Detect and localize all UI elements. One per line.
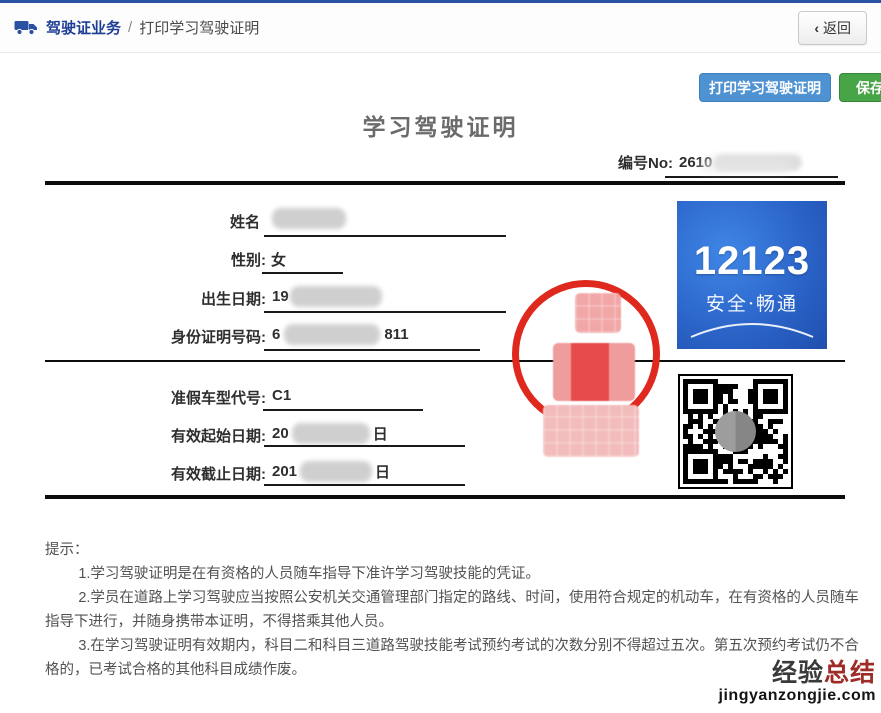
breadcrumb-section[interactable]: 驾驶证业务 [46,17,121,38]
valid-to-visible-digits: 201 [272,463,297,480]
official-stamp [512,280,660,428]
valid-from-visible-digits: 20 [272,425,289,442]
stamp-mosaic-bottom [543,405,639,457]
truck-icon [14,19,38,36]
site-watermark: 经验总结 jingyanzongjie.com [719,660,876,705]
print-certificate-button[interactable]: 打印学习驾驶证明 [699,73,831,102]
breadcrumb-separator: / [128,19,132,36]
birth-date-value: 19 [272,286,382,307]
birth-visible-digits: 19 [272,288,289,305]
birth-redaction-blur [290,286,382,307]
vehicle-class-value: C1 [272,387,291,404]
valid-to-value: 201 日 [272,461,390,482]
id-underline [264,349,480,351]
watermark-part-red: 总结 [824,659,876,687]
valid-to-suffix: 日 [375,461,390,482]
app-12123-logo: 12123 安全·畅通 [677,201,827,349]
gender-value: 女 [271,249,286,270]
page-header: 驾驶证业务 / 打印学习驾驶证明 ‹返回 [0,3,881,53]
vehicle-class-label: 准假车型代号: [56,387,266,408]
watermark-part-black: 经验 [772,659,824,687]
id-redaction-blur [284,324,380,345]
bottom-double-rule [45,495,845,499]
name-value [272,208,346,229]
top-double-rule [45,181,845,185]
vehicle-underline [263,409,423,411]
birth-date-label: 出生日期: [56,288,266,309]
tip-item-2: 2.学员在道路上学习驾驶应当按照公安机关交通管理部门指定的路线、时间，使用符合规… [45,586,859,634]
logo-slogan: 安全·畅通 [706,289,798,316]
stamp-mosaic-middle [553,343,635,401]
serial-underline [665,176,838,178]
logo-number: 12123 [694,241,810,281]
valid-from-redaction-blur [292,423,370,444]
gender-label: 性别: [56,249,266,270]
qr-code [683,379,788,484]
watermark-title: 经验总结 [719,660,876,688]
breadcrumb-current-page: 打印学习驾驶证明 [139,17,259,38]
tips-label: 提示： [45,538,859,562]
qr-code-frame [678,374,793,489]
name-underline [264,235,506,237]
save-button[interactable]: 保存 [839,73,881,102]
name-label: 姓名 [50,211,260,232]
serial-label: 编号No: [618,152,673,173]
id-suffix-digits: 811 [384,326,408,343]
tip-item-1: 1.学习驾驶证明是在有资格的人员随车指导下准许学习驾驶技能的凭证。 [45,562,859,586]
middle-rule [45,360,845,362]
valid-from-underline [264,445,465,447]
back-button-label: 返回 [823,20,851,36]
name-redaction-blur [272,208,346,229]
valid-from-label: 有效起始日期: [56,425,266,446]
valid-to-label: 有效截止日期: [56,463,266,484]
valid-from-value: 20 日 [272,423,388,444]
valid-to-underline [264,484,465,486]
id-prefix-digit: 6 [272,326,280,343]
birth-underline [264,311,506,313]
logo-arc-decoration [677,319,827,341]
erasure-smudge [700,158,790,172]
back-chevron-icon: ‹ [814,20,819,36]
certificate-title: 学习驾驶证明 [0,108,881,142]
id-number-value: 6 811 [272,324,409,345]
watermark-domain: jingyanzongjie.com [719,687,876,705]
stamp-mosaic-top [575,293,621,333]
back-button[interactable]: ‹返回 [798,11,867,45]
qr-center-logo [715,411,756,452]
gender-underline [262,272,343,274]
valid-from-suffix: 日 [373,423,388,444]
valid-to-redaction-blur [300,461,372,482]
id-number-label: 身份证明号码: [56,326,266,347]
